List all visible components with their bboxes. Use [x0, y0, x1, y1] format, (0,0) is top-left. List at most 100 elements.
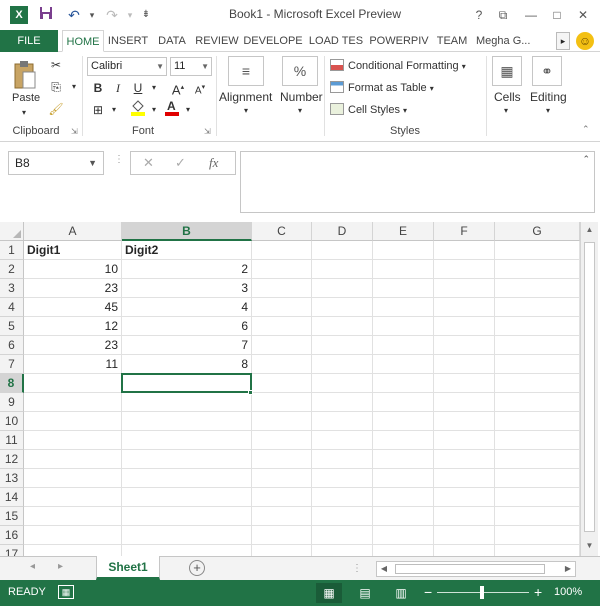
- cell-c15[interactable]: [252, 507, 312, 526]
- cell-g4[interactable]: [495, 298, 580, 317]
- row-header-12[interactable]: 12: [0, 450, 24, 469]
- save-icon[interactable]: [36, 5, 56, 25]
- tab-team[interactable]: TEAM: [432, 30, 472, 52]
- number-button[interactable]: Number: [280, 90, 323, 104]
- italic-icon[interactable]: I: [108, 79, 128, 97]
- tab-data[interactable]: DATA: [152, 30, 192, 52]
- copy-icon[interactable]: ⎘: [46, 78, 66, 96]
- cell-b15[interactable]: [122, 507, 252, 526]
- cell-d17[interactable]: [312, 545, 373, 556]
- formula-input[interactable]: ⌃: [240, 151, 595, 213]
- cell-d10[interactable]: [312, 412, 373, 431]
- cell-g16[interactable]: [495, 526, 580, 545]
- cell-f15[interactable]: [434, 507, 495, 526]
- cell-e4[interactable]: [373, 298, 434, 317]
- minimize-button[interactable]: —: [520, 5, 542, 25]
- column-header-b[interactable]: B: [122, 222, 252, 241]
- cell-c16[interactable]: [252, 526, 312, 545]
- editing-binoculars-icon[interactable]: ⚭: [532, 56, 562, 86]
- row-header-1[interactable]: 1: [0, 241, 24, 260]
- row-header-15[interactable]: 15: [0, 507, 24, 526]
- horizontal-scrollbar[interactable]: ◀ ▶: [376, 561, 576, 577]
- tab-load-test[interactable]: LOAD TES: [306, 30, 366, 52]
- cell-f3[interactable]: [434, 279, 495, 298]
- horizontal-scroll-thumb[interactable]: [395, 564, 545, 574]
- cell-c14[interactable]: [252, 488, 312, 507]
- tab-split-handle-icon[interactable]: ⋮: [352, 563, 362, 574]
- cell-e12[interactable]: [373, 450, 434, 469]
- tab-insert[interactable]: INSERT: [106, 30, 150, 52]
- cell-g13[interactable]: [495, 469, 580, 488]
- cell-f13[interactable]: [434, 469, 495, 488]
- cell-c3[interactable]: [252, 279, 312, 298]
- cell-b6[interactable]: 7: [122, 336, 252, 355]
- cell-g2[interactable]: [495, 260, 580, 279]
- row-header-6[interactable]: 6: [0, 336, 24, 355]
- zoom-slider-thumb[interactable]: [480, 586, 484, 599]
- cell-g10[interactable]: [495, 412, 580, 431]
- cell-g1[interactable]: [495, 241, 580, 260]
- cell-e8[interactable]: [373, 374, 434, 393]
- row-header-11[interactable]: 11: [0, 431, 24, 450]
- cell-c11[interactable]: [252, 431, 312, 450]
- cell-a2[interactable]: 10: [24, 260, 122, 279]
- cell-f10[interactable]: [434, 412, 495, 431]
- insert-function-icon[interactable]: fx: [209, 155, 218, 171]
- alignment-icon[interactable]: ≡: [228, 56, 264, 86]
- zoom-level[interactable]: 100%: [554, 586, 582, 598]
- cell-a16[interactable]: [24, 526, 122, 545]
- bold-icon[interactable]: B: [88, 79, 108, 97]
- paste-dropdown-icon[interactable]: ▾: [22, 108, 26, 117]
- cell-c5[interactable]: [252, 317, 312, 336]
- cell-c7[interactable]: [252, 355, 312, 374]
- decrease-font-icon[interactable]: A▾: [190, 79, 210, 97]
- cell-e13[interactable]: [373, 469, 434, 488]
- row-header-17[interactable]: 17: [0, 545, 24, 556]
- cell-e11[interactable]: [373, 431, 434, 450]
- row-header-2[interactable]: 2: [0, 260, 24, 279]
- tab-scroll-right-icon[interactable]: ▸: [556, 32, 570, 50]
- name-box[interactable]: B8 ▼: [8, 151, 104, 175]
- scroll-right-icon[interactable]: ▶: [561, 562, 575, 576]
- cell-f1[interactable]: [434, 241, 495, 260]
- formula-bar-splitter-icon[interactable]: ⋮: [114, 154, 124, 165]
- zoom-out-icon[interactable]: −: [424, 584, 432, 600]
- cell-b9[interactable]: [122, 393, 252, 412]
- font-launcher-icon[interactable]: ⇲: [204, 127, 211, 136]
- vertical-scroll-thumb[interactable]: [584, 242, 595, 532]
- paste-icon[interactable]: [12, 58, 38, 92]
- macro-recording-icon[interactable]: ▦: [58, 585, 74, 599]
- cell-e1[interactable]: [373, 241, 434, 260]
- cell-f2[interactable]: [434, 260, 495, 279]
- cell-d8[interactable]: [312, 374, 373, 393]
- number-dropdown-icon[interactable]: ▾: [298, 106, 302, 115]
- cell-d15[interactable]: [312, 507, 373, 526]
- cell-f17[interactable]: [434, 545, 495, 556]
- cell-a5[interactable]: 12: [24, 317, 122, 336]
- cell-styles-button[interactable]: Cell Styles ▾: [330, 100, 407, 120]
- fill-handle[interactable]: [248, 390, 253, 395]
- cell-b2[interactable]: 2: [122, 260, 252, 279]
- column-header-g[interactable]: G: [495, 222, 580, 241]
- cells-dropdown-icon[interactable]: ▾: [504, 106, 508, 115]
- cell-a4[interactable]: 45: [24, 298, 122, 317]
- copy-dropdown-icon[interactable]: ▾: [64, 78, 84, 96]
- cell-g17[interactable]: [495, 545, 580, 556]
- cell-d5[interactable]: [312, 317, 373, 336]
- cell-a13[interactable]: [24, 469, 122, 488]
- cell-c10[interactable]: [252, 412, 312, 431]
- cell-a17[interactable]: [24, 545, 122, 556]
- fill-color-dropdown-icon[interactable]: ▾: [144, 101, 164, 119]
- cell-d12[interactable]: [312, 450, 373, 469]
- feedback-smiley-icon[interactable]: ☺: [576, 32, 594, 50]
- cell-c13[interactable]: [252, 469, 312, 488]
- cancel-icon[interactable]: ✕: [143, 155, 154, 171]
- customize-toolbar-icon[interactable]: ⇟: [136, 5, 156, 25]
- increase-font-icon[interactable]: A▴: [168, 79, 188, 97]
- cell-a8[interactable]: [24, 374, 122, 393]
- cut-icon[interactable]: ✂: [46, 56, 66, 74]
- tab-file[interactable]: FILE: [0, 30, 58, 52]
- cell-e5[interactable]: [373, 317, 434, 336]
- cell-g3[interactable]: [495, 279, 580, 298]
- close-button[interactable]: ✕: [572, 5, 594, 25]
